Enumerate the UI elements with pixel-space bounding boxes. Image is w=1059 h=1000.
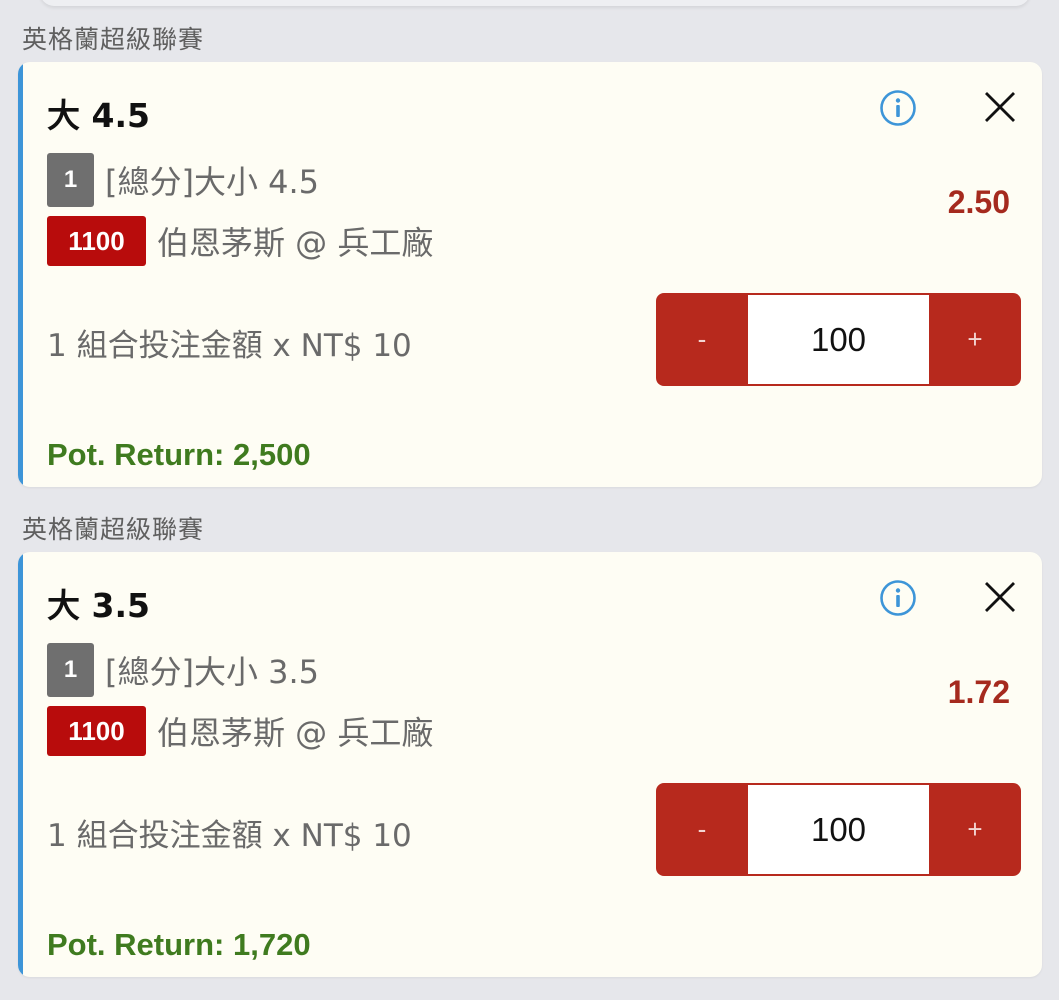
- league-label: 英格蘭超級聯賽: [22, 515, 205, 544]
- match-code-badge: 1100: [47, 216, 146, 266]
- decrease-button[interactable]: -: [656, 293, 748, 386]
- market-badge: 1: [47, 153, 94, 207]
- bet-selection-title: 大 3.5: [47, 586, 150, 625]
- market-name: [總分]大小 3.5: [105, 653, 320, 691]
- league-label: 英格蘭超級聯賽: [22, 25, 205, 54]
- match-row: 1100 伯恩茅斯 @ 兵工廠: [47, 706, 433, 756]
- close-icon[interactable]: [980, 87, 1020, 127]
- previous-card-edge: [40, 0, 1030, 6]
- bet-selection-title: 大 4.5: [47, 96, 150, 135]
- match-name: 伯恩茅斯 @ 兵工廠: [157, 224, 434, 262]
- info-icon[interactable]: [879, 89, 917, 127]
- stake-stepper: - +: [656, 783, 1021, 876]
- bet-slip-card: 大 4.5 1 [總分]大小 4.5 1100 伯恩茅斯 @ 兵工廠 2.50 …: [18, 62, 1042, 487]
- odds-value: 2.50: [947, 184, 1010, 220]
- increase-button[interactable]: +: [929, 293, 1021, 386]
- bet-slip-card: 大 3.5 1 [總分]大小 3.5 1100 伯恩茅斯 @ 兵工廠 1.72 …: [18, 552, 1042, 977]
- market-row: 1 [總分]大小 4.5: [47, 153, 319, 207]
- card-accent-bar: [18, 62, 23, 487]
- match-name: 伯恩茅斯 @ 兵工廠: [157, 714, 434, 752]
- market-badge: 1: [47, 643, 94, 697]
- potential-return: Pot. Return: 1,720: [47, 927, 311, 963]
- potential-return-label: Pot. Return:: [47, 437, 225, 472]
- potential-return: Pot. Return: 2,500: [47, 437, 311, 473]
- stake-stepper: - +: [656, 293, 1021, 386]
- match-code-badge: 1100: [47, 706, 146, 756]
- potential-return-value: 1,720: [233, 927, 311, 962]
- close-icon[interactable]: [980, 577, 1020, 617]
- match-row: 1100 伯恩茅斯 @ 兵工廠: [47, 216, 433, 266]
- stake-input[interactable]: [748, 785, 929, 874]
- stake-label: 1 組合投注金額 x NT$ 10: [47, 328, 412, 364]
- card-accent-bar: [18, 552, 23, 977]
- odds-value: 1.72: [947, 674, 1010, 710]
- stake-label: 1 組合投注金額 x NT$ 10: [47, 818, 412, 854]
- market-row: 1 [總分]大小 3.5: [47, 643, 319, 697]
- stake-input[interactable]: [748, 295, 929, 384]
- increase-button[interactable]: +: [929, 783, 1021, 876]
- potential-return-value: 2,500: [233, 437, 311, 472]
- market-name: [總分]大小 4.5: [105, 163, 320, 201]
- decrease-button[interactable]: -: [656, 783, 748, 876]
- potential-return-label: Pot. Return:: [47, 927, 225, 962]
- info-icon[interactable]: [879, 579, 917, 617]
